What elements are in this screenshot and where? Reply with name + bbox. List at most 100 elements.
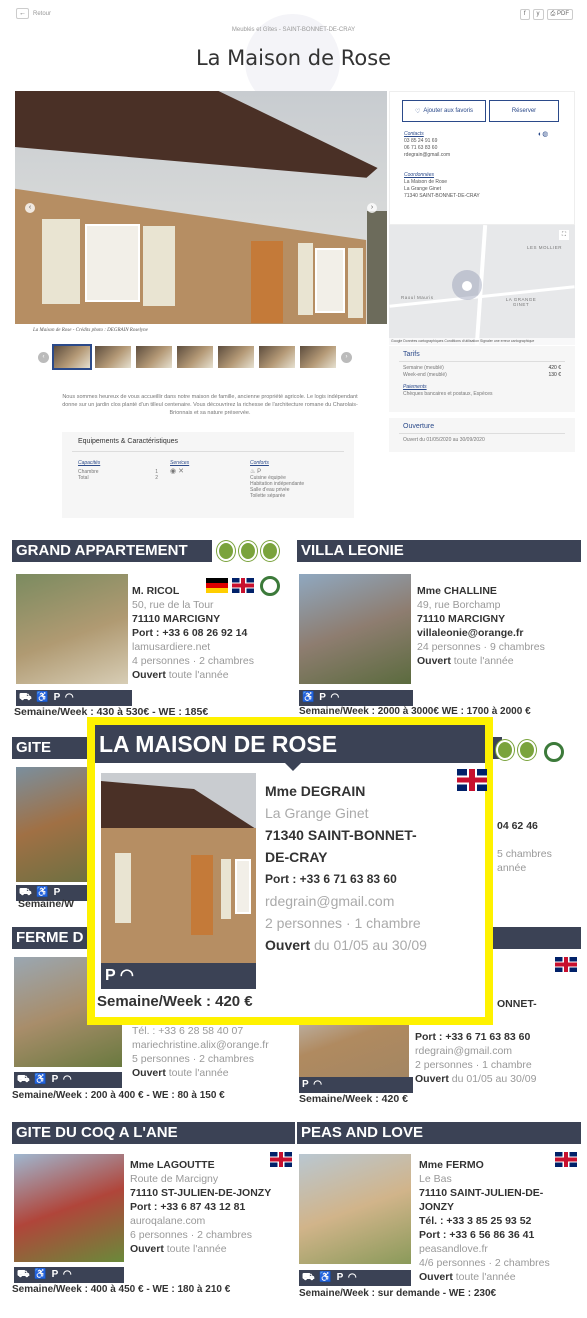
phone-line: Port : +33 6 87 43 12 81 bbox=[130, 1201, 246, 1213]
listing-info-fragment: ONNET- bbox=[497, 997, 537, 1011]
no-pets-icon: ✕ bbox=[178, 468, 184, 475]
rate-label: Week-end (meublé) bbox=[403, 372, 447, 378]
highlight-amenity-icons: P ◠ bbox=[101, 963, 256, 989]
map-credit: Google Données cartographiques Condition… bbox=[389, 338, 575, 345]
highlight-photo bbox=[101, 773, 256, 963]
thumbs-next-icon[interactable]: › bbox=[341, 351, 352, 363]
listing-photo bbox=[299, 574, 411, 684]
open-label: Ouvert bbox=[415, 1073, 449, 1085]
contact-phone[interactable]: 03 85 24 91 69 bbox=[404, 138, 437, 145]
amenity-icons: ⛟ ♿ P ◠ bbox=[14, 1267, 124, 1283]
main-photo[interactable]: ‹ › bbox=[15, 91, 387, 324]
price-line: Semaine/Week : 400 à 450 € - WE : 180 à … bbox=[12, 1284, 231, 1295]
contact-email[interactable]: rdegrain@gmail.com bbox=[404, 152, 450, 159]
book-button[interactable]: Réserver bbox=[489, 100, 559, 122]
address-line: 50, rue de la Tour bbox=[132, 599, 214, 611]
thumbnail[interactable] bbox=[300, 346, 336, 368]
thumbnail[interactable] bbox=[218, 346, 254, 368]
open-label: Ouvert bbox=[132, 669, 166, 681]
email-line: rdegrain@gmail.com bbox=[265, 893, 395, 909]
thumbs-prev-icon[interactable]: ‹ bbox=[38, 351, 49, 363]
thumbnail[interactable] bbox=[95, 346, 131, 368]
thumbnail[interactable] bbox=[259, 346, 295, 368]
opening-panel: Ouverture Ouvert du 01/05/2020 au 30/09/… bbox=[389, 418, 575, 452]
listing-title: FERME D bbox=[12, 927, 92, 949]
address-line: 71340 SAINT-BONNET-DE-CRAY bbox=[404, 193, 480, 199]
fullscreen-icon[interactable]: ⛶ bbox=[559, 230, 569, 240]
listing-photo bbox=[16, 767, 88, 882]
rate-value: 420 € bbox=[548, 365, 561, 371]
share-buttons: f y ⎙ PDF bbox=[519, 9, 573, 20]
location-map[interactable]: ⛶ LES MOLLIER Raoul Mauris LA GRANGE GIN… bbox=[389, 225, 575, 345]
capacity-line: 2 personnes · 1 chambre bbox=[265, 915, 421, 931]
open-label: Ouvert bbox=[419, 1271, 453, 1283]
price-line: Semaine/Week : 200 à 400 € - WE : 80 à 1… bbox=[12, 1090, 225, 1101]
next-photo-icon[interactable]: › bbox=[367, 203, 377, 213]
city-fragment: ONNET- bbox=[497, 998, 537, 1010]
city-line: 71340 SAINT-BONNET- bbox=[265, 827, 417, 843]
contacts-label: Contacts bbox=[404, 131, 424, 137]
listing-photo bbox=[16, 574, 128, 684]
open-period: toute l'année bbox=[168, 669, 229, 681]
label-ear-icon bbox=[261, 541, 279, 561]
listing-title: GITE bbox=[12, 737, 92, 759]
listing-title: PEAS AND LOVE bbox=[297, 1122, 581, 1144]
equipment-panel: Equipements & Caractéristiques Capacités… bbox=[62, 432, 354, 518]
prev-photo-icon[interactable]: ‹ bbox=[25, 203, 35, 213]
rates-panel: Tarifs Semaine (meublé) 420 € Week-end (m… bbox=[389, 346, 575, 412]
rates-title: Tarifs bbox=[403, 351, 420, 358]
owner-name: Mme LAGOUTTE bbox=[130, 1159, 215, 1171]
thumbnail[interactable] bbox=[136, 346, 172, 368]
highlighted-listing-maison-de-rose[interactable]: LA MAISON DE ROSE P ◠ Mme DEGRAIN La Gra… bbox=[87, 717, 493, 1025]
add-favorite-label: Ajouter aux favoris bbox=[423, 108, 474, 114]
price-line: Semaine/Week : sur demande - WE : 230€ bbox=[299, 1288, 497, 1299]
back-button[interactable]: ← Retour bbox=[16, 8, 51, 19]
comfort-item: Toilette séparée bbox=[250, 493, 286, 499]
open-period: toute l'année bbox=[455, 1271, 516, 1283]
listing-peas-and-love: PEAS AND LOVE Mme FERMO Le Bas 71110 SAI… bbox=[297, 1122, 581, 1312]
services: Services ◉ ✕ bbox=[170, 460, 189, 475]
contact-mobile[interactable]: 06 71 63 83 60 bbox=[404, 145, 437, 152]
highlight-info: Mme DEGRAIN La Grange Ginet 71340 SAINT-… bbox=[265, 780, 427, 956]
map-label: LES MOLLIER bbox=[527, 245, 563, 250]
address-line: 49, rue Borchamp bbox=[417, 599, 501, 611]
owner-name: M. RICOL bbox=[132, 585, 180, 597]
listing-info: Port : +33 6 71 63 83 60 rdegrain@gmail.… bbox=[415, 1030, 536, 1086]
amenity-icons: ⛟ ♿ P ◠ bbox=[16, 690, 132, 706]
map-label: LA GRANGE GINET bbox=[505, 297, 537, 307]
label-ear-icon bbox=[518, 740, 536, 760]
coordinates-label: Coordonnées bbox=[404, 172, 435, 178]
wifi-icon: ◉ bbox=[170, 468, 177, 475]
website-line: peasandlove.fr bbox=[419, 1243, 488, 1255]
heart-icon: ♡ bbox=[414, 108, 421, 115]
capacities: Capacités Chambre 1 Total 2 bbox=[78, 460, 158, 481]
band-fragment bbox=[487, 927, 581, 949]
services-title: Services bbox=[170, 460, 190, 466]
add-favorite-button[interactable]: ♡ Ajouter aux favoris bbox=[402, 100, 486, 122]
capacity-line: 24 personnes · 9 chambres bbox=[417, 641, 545, 653]
facebook-icon[interactable]: f bbox=[519, 9, 530, 20]
thumbnail[interactable] bbox=[52, 344, 92, 370]
price-line: Semaine/Week : 420 € bbox=[299, 1093, 408, 1105]
open-label: Ouvert bbox=[132, 1067, 166, 1079]
payments-label: Paiements bbox=[403, 384, 427, 390]
quality-seal-icon bbox=[260, 576, 280, 596]
page-subtitle: Meublés et Gîtes - SAINT-BONNET-DE-CRAY bbox=[231, 27, 356, 33]
print-pdf-button[interactable]: ⎙ PDF bbox=[546, 9, 573, 20]
city-line: 71110 SAINT-JULIEN-DE- bbox=[419, 1187, 544, 1199]
owner-name: Mme FERMO bbox=[419, 1159, 484, 1171]
city-line-2: JONZY bbox=[419, 1201, 455, 1213]
address-line: Le Bas bbox=[419, 1173, 452, 1185]
price-line: Semaine/W bbox=[18, 898, 75, 910]
listing-info: Mme CHALLINE 49, rue Borchamp 71110 MARC… bbox=[417, 584, 545, 668]
listing-info: M. RICOL 50, rue de la Tour 71110 MARCIG… bbox=[132, 584, 254, 682]
thumbnail[interactable] bbox=[177, 346, 213, 368]
page-title: La Maison de Rose bbox=[195, 46, 392, 70]
thumbnail-strip: ‹ › bbox=[38, 344, 352, 370]
uk-flag-icon bbox=[457, 769, 487, 791]
email-line: mariechristine.alix@orange.fr bbox=[132, 1039, 269, 1051]
address-line: La Grange Ginet bbox=[404, 186, 441, 192]
listing-title: GITE DU COQ A L'ANE bbox=[12, 1122, 295, 1144]
amenity-icons: ♿ P ◠ bbox=[299, 690, 413, 706]
twitter-icon[interactable]: y bbox=[532, 9, 544, 20]
